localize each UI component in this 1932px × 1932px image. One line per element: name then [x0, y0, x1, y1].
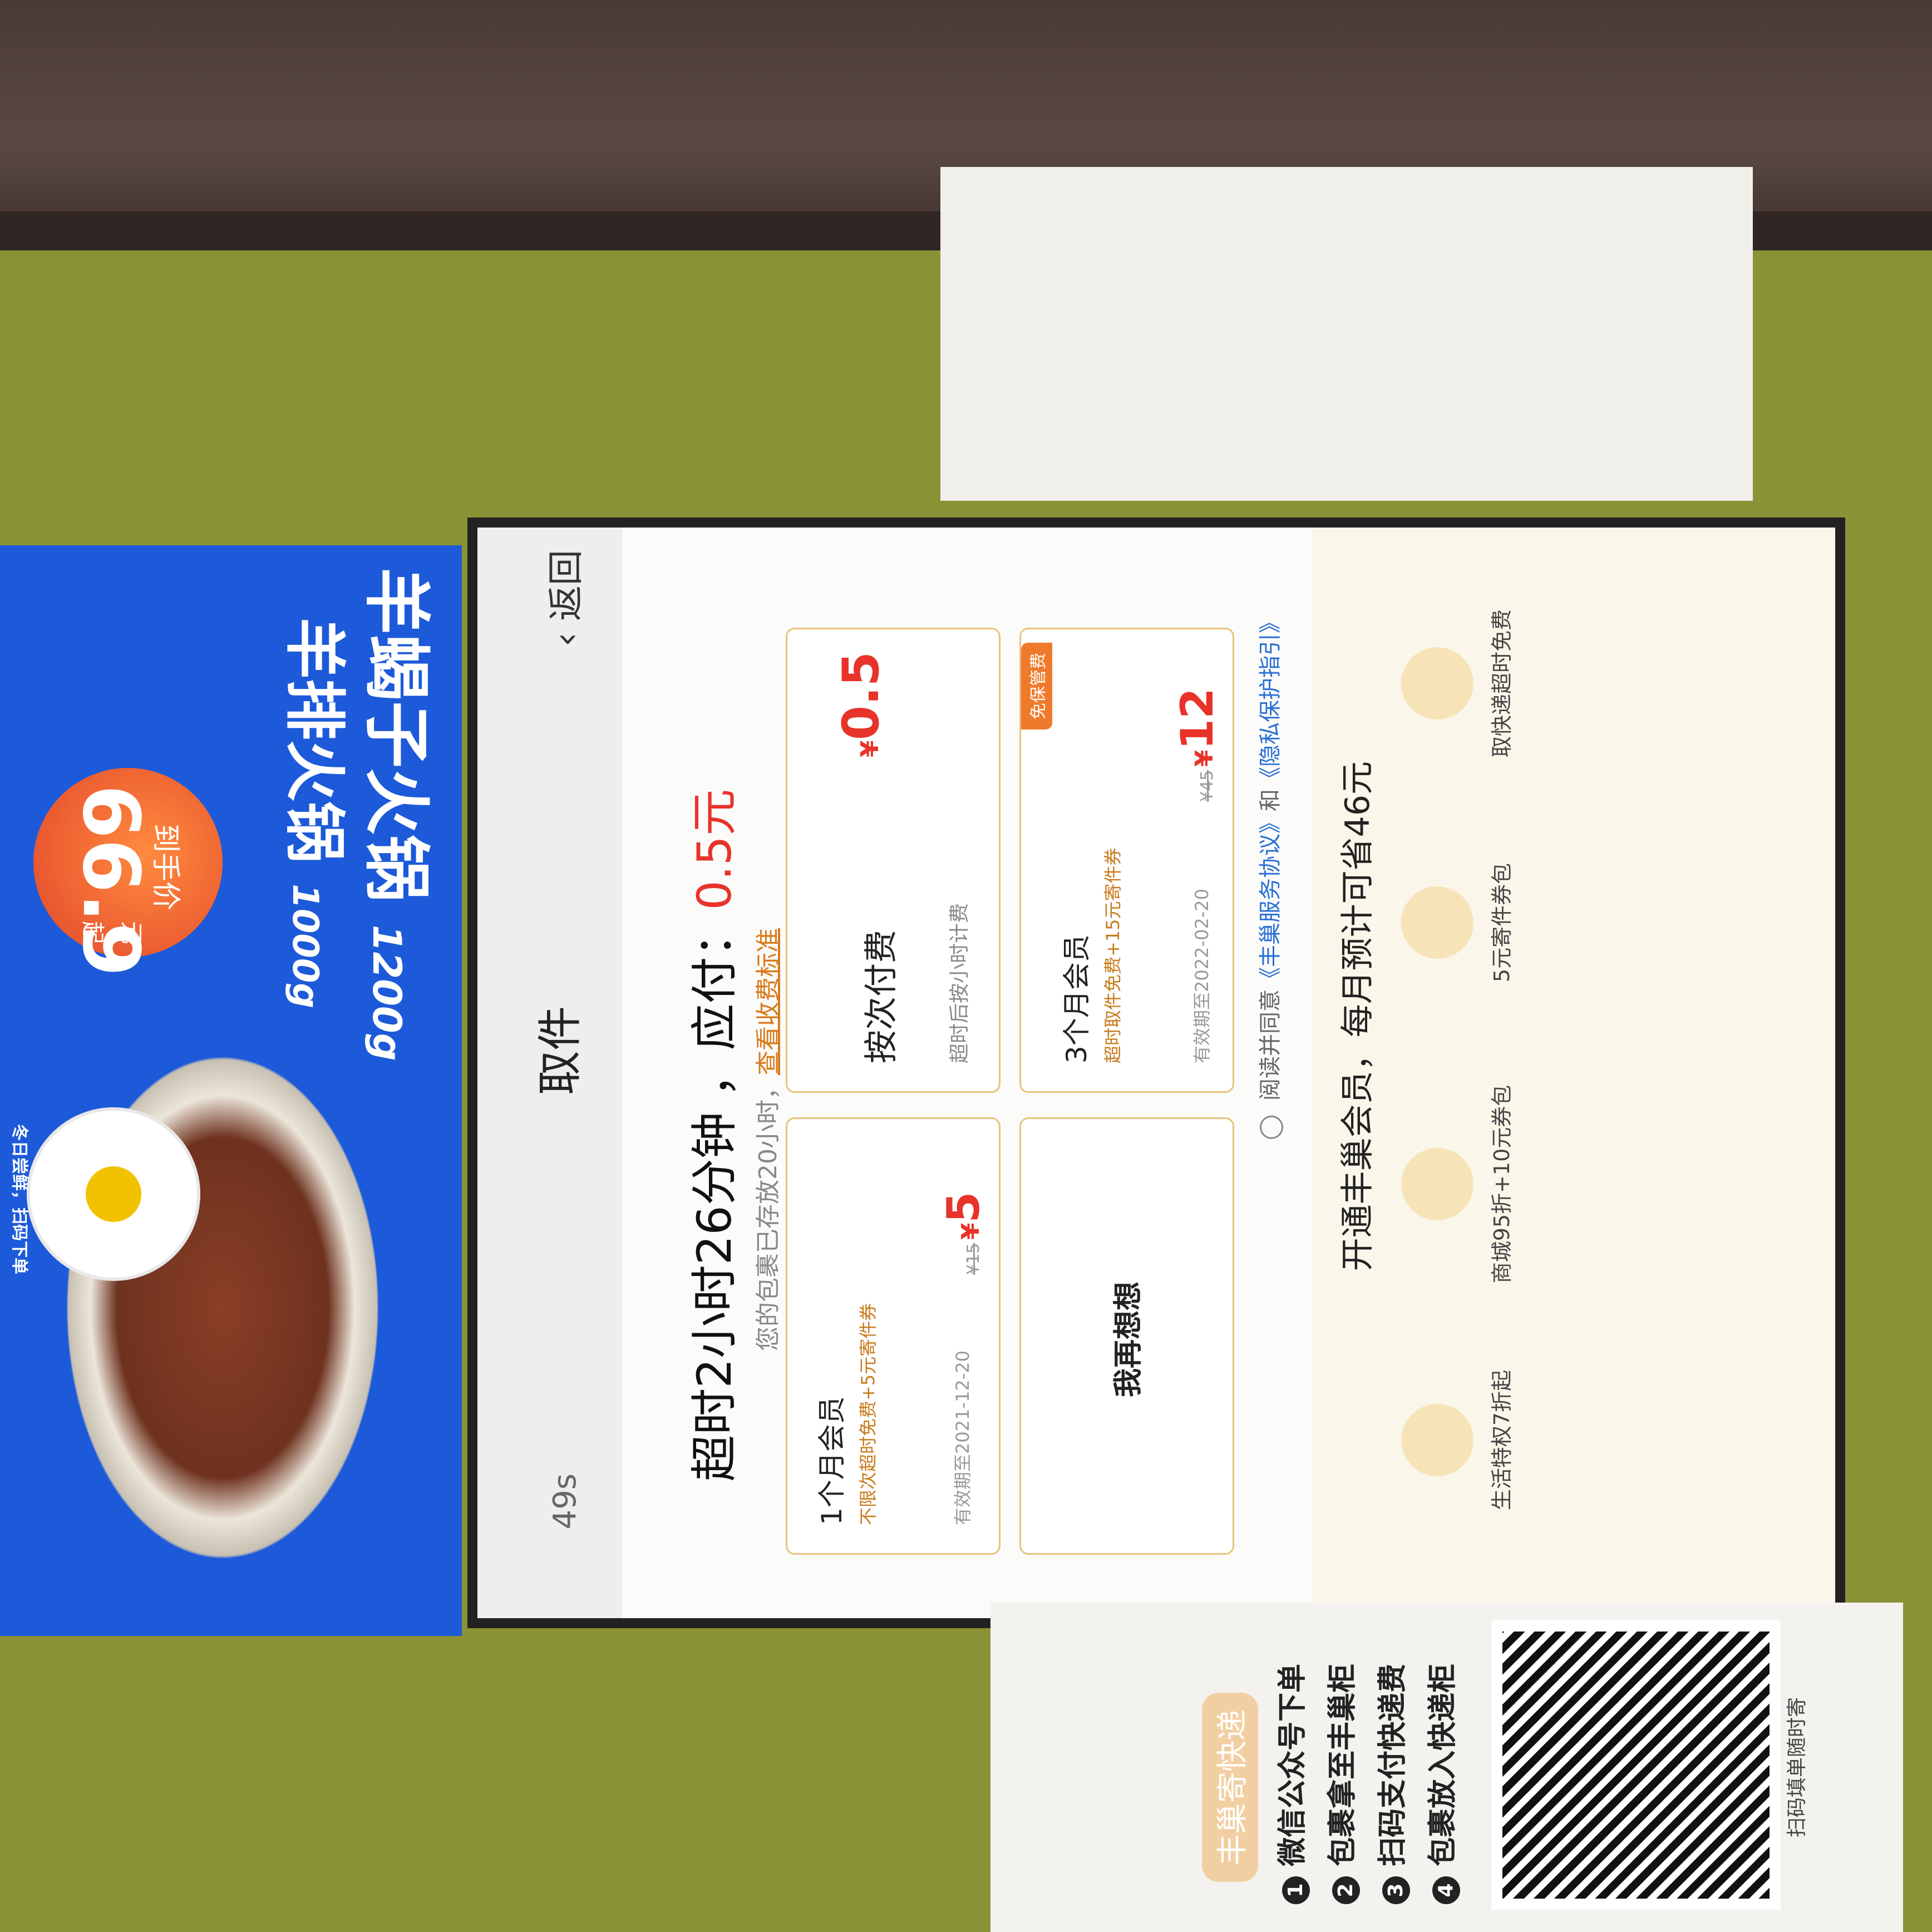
- original-price: ¥45: [1197, 770, 1217, 802]
- price: 0.5: [832, 651, 890, 741]
- ad-weight-1: 1200g: [364, 924, 410, 1061]
- option-title: 3个月会员: [1061, 934, 1093, 1063]
- poster-badge: 丰巢寄快递: [1202, 1693, 1258, 1882]
- poster-step-4: 4 包裹放入快递柜: [1419, 1664, 1461, 1904]
- ad-content: 羊蝎子火锅 1200g 羊排火锅 1000g 到手价 66.9 元 起 冬日尝鲜…: [0, 545, 462, 1636]
- overtime-line: 超时2小时26分钟 ，应付：0.5元: [677, 789, 745, 1482]
- option-desc: 超时取件免费+15元寄件券: [1102, 847, 1123, 1063]
- discount-icon: [1401, 1148, 1473, 1220]
- price-badge: 到手价 66.9 元 起: [33, 768, 223, 977]
- poster-step-3: 3 扫码支付快递费: [1369, 1664, 1411, 1904]
- step-number-icon: 1: [1282, 1876, 1310, 1904]
- step-number-icon: 2: [1332, 1876, 1360, 1904]
- option-title: 按次付费: [862, 930, 901, 1063]
- benefit-label: 商城95折+10元券包: [1490, 1085, 1514, 1284]
- promo-section: [1312, 528, 1835, 1618]
- fee-standard-link[interactable]: 查看收费标准: [754, 928, 782, 1075]
- service-agreement-link[interactable]: 《丰巢服务协议》: [1258, 811, 1283, 989]
- poster-content: 丰巢寄快递 1 微信公众号下单 2 包裹拿至丰巢柜 3 扫码支付快递费 4 包裹…: [990, 1603, 1903, 1932]
- instruction-poster: 丰巢寄快递 1 微信公众号下单 2 包裹拿至丰巢柜 3 扫码支付快递费 4 包裹…: [990, 1603, 1903, 1932]
- amount-due: 0.5元: [687, 789, 742, 910]
- agreement-prefix: 阅读并同意: [1258, 989, 1283, 1101]
- option-price: ¥45 ¥12: [1171, 688, 1223, 802]
- benefit-item: 取快递超时免费: [1401, 600, 1557, 767]
- option-price: ¥15 ¥5: [938, 1192, 989, 1275]
- option-price: ¥0.5: [832, 652, 890, 757]
- option-pay-per-use[interactable]: 按次付费 超时后按小时计费 ¥0.5: [786, 628, 1000, 1093]
- paper-sheet: [940, 167, 1753, 501]
- step-number-icon: 3: [1382, 1876, 1410, 1904]
- agreement-row: 阅读并同意《丰巢服务协议》和《隐私保护指引》: [1252, 611, 1284, 1139]
- privacy-link[interactable]: 《隐私保护指引》: [1258, 611, 1283, 789]
- ad-title-1-text: 羊蝎子火锅: [357, 568, 435, 901]
- price-suffix: 起: [79, 921, 106, 945]
- step-text: 扫码支付快递费: [1376, 1663, 1409, 1866]
- option-think-again[interactable]: 我再想想: [1019, 1117, 1234, 1555]
- ad-qr-caption: 冬日尝鲜，扫码下单: [9, 1124, 29, 1274]
- step-text: 包裹拿至丰巢柜: [1326, 1663, 1359, 1866]
- benefit-label: 取快递超时免费: [1490, 609, 1514, 758]
- benefit-label: 5元寄件券包: [1490, 862, 1514, 983]
- poster-qr-code[interactable]: [1491, 1620, 1781, 1910]
- option-desc: 超时后按小时计费: [948, 903, 971, 1063]
- option-title: 我再想想: [1112, 1281, 1145, 1397]
- step-number-icon: 4: [1432, 1876, 1460, 1904]
- gift-icon: [1401, 1404, 1473, 1476]
- step-text: 微信公众号下单: [1276, 1663, 1309, 1866]
- package-icon: [1401, 647, 1473, 719]
- currency: ¥: [1190, 750, 1219, 767]
- touchscreen: ‹ 返回 取件 49s 超时2小时26分钟 ，应付：0.5元 您的包裹已存放20…: [467, 518, 1845, 1628]
- option-desc: 不限次超时免费+5元寄件券: [857, 1303, 879, 1525]
- price: 5: [938, 1191, 989, 1223]
- option-badge: 免保管费: [1021, 643, 1052, 730]
- option-validity: 有效期至2022-02-20: [1191, 889, 1213, 1063]
- agreement-checkbox[interactable]: [1260, 1115, 1283, 1139]
- currency: ¥: [957, 1223, 985, 1240]
- ad-title-1: 羊蝎子火锅 1200g: [354, 568, 451, 1061]
- chevron-left-icon: ‹: [546, 632, 587, 647]
- stored-note-line: 您的包裹已存放20小时，查看收费标准: [748, 928, 783, 1351]
- ad-weight-2: 1000g: [284, 884, 326, 1009]
- countdown-timer: 49s: [547, 1473, 583, 1530]
- benefit-item: 商城95折+10元券包: [1401, 1084, 1557, 1284]
- price-value: 66.9: [65, 785, 156, 977]
- price: 12: [1171, 688, 1223, 750]
- poster-qr-caption: 扫码填单随时寄: [1786, 1697, 1808, 1837]
- ad-title-2: 羊排火锅 1000g: [275, 618, 364, 1008]
- benefit-label: 生活特权7折起: [1490, 1369, 1514, 1511]
- kiosk-ui: ‹ 返回 取件 49s 超时2小时26分钟 ，应付：0.5元 您的包裹已存放20…: [477, 528, 1835, 1618]
- currency: ¥: [856, 740, 884, 757]
- page-title: 取件: [534, 1006, 586, 1095]
- promo-title: 开通丰巢会员，每月预计可省46元: [1338, 761, 1377, 1271]
- poster-step-1: 1 微信公众号下单: [1269, 1664, 1310, 1904]
- option-title: 1个月会员: [816, 1396, 848, 1525]
- stored-note: 您的包裹已存放20小时，: [754, 1075, 782, 1351]
- ad-panel: 羊蝎子火锅 1200g 羊排火锅 1000g 到手价 66.9 元 起 冬日尝鲜…: [0, 545, 462, 1636]
- poster-step-2: 2 包裹拿至丰巢柜: [1319, 1664, 1361, 1904]
- original-price: ¥15: [964, 1243, 983, 1275]
- ad-title-2-text: 羊排火锅: [279, 618, 350, 862]
- back-button[interactable]: ‹ 返回: [538, 550, 589, 647]
- back-label: 返回: [546, 550, 587, 621]
- option-1-month[interactable]: 1个月会员 不限次超时免费+5元寄件券 有效期至2021-12-20 ¥15 ¥…: [786, 1117, 1000, 1555]
- benefit-item: 生活特权7折起: [1401, 1351, 1557, 1529]
- benefit-item: 5元寄件券包: [1401, 839, 1557, 1006]
- price-unit: 元: [118, 921, 145, 945]
- option-validity: 有效期至2021-12-20: [952, 1351, 973, 1525]
- coupon-icon: [1401, 886, 1473, 959]
- agreement-and: 和: [1258, 789, 1283, 811]
- step-text: 包裹放入快递柜: [1426, 1663, 1460, 1866]
- qr-center-icon: [86, 1166, 141, 1222]
- overtime-text: 超时2小时26分钟 ，应付：: [687, 910, 742, 1482]
- option-3-month[interactable]: 免保管费 3个月会员 超时取件免费+15元寄件券 有效期至2022-02-20 …: [1019, 628, 1234, 1093]
- miniprogram-qr[interactable]: [27, 1107, 200, 1281]
